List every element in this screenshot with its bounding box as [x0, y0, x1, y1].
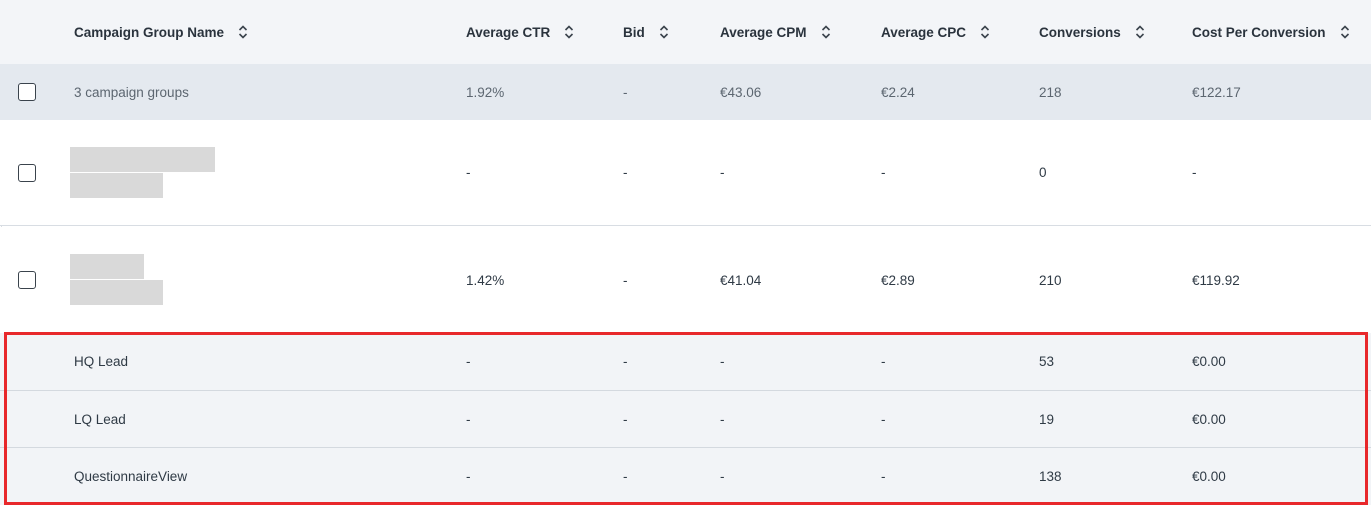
conversion-count: 19 [1039, 411, 1055, 427]
column-header-cost-per-conversion[interactable]: Cost Per Conversion [1192, 0, 1350, 64]
row-checkbox[interactable] [18, 271, 36, 289]
summary-name: 3 campaign groups [74, 84, 189, 100]
campaign-groups-table: Campaign Group Name Average CTR Bid Aver… [0, 0, 1371, 507]
column-header-average-cpm[interactable]: Average CPM [720, 0, 831, 64]
summary-cpm: €43.06 [720, 84, 762, 100]
sort-icon[interactable] [238, 25, 248, 39]
conversion-row-questionnaireview[interactable]: QuestionnaireView - - - - 138 €0.00 [0, 447, 1371, 505]
row-conversions: 210 [1039, 272, 1062, 288]
row-cpc: €2.89 [881, 272, 915, 288]
row-cpm: - [720, 165, 725, 180]
row-bid: - [623, 272, 628, 288]
row-ctr: - [466, 165, 471, 180]
row-checkbox[interactable] [18, 164, 36, 182]
sort-icon[interactable] [564, 25, 574, 39]
conversion-count: 53 [1039, 354, 1055, 369]
column-header-conversions[interactable]: Conversions [1039, 0, 1145, 64]
column-header-label: Conversions [1039, 24, 1121, 40]
row-bid: - [623, 165, 628, 180]
conversion-count: 138 [1039, 469, 1062, 484]
redacted-name [70, 254, 144, 279]
conversion-ctr: - [466, 469, 471, 484]
conversion-name: QuestionnaireView [74, 469, 188, 484]
conversion-bid: - [623, 469, 628, 484]
row-ctr: 1.42% [466, 272, 505, 288]
column-header-campaign-group-name[interactable]: Campaign Group Name [74, 0, 248, 64]
column-header-label: Cost Per Conversion [1192, 24, 1326, 40]
redacted-subtitle [70, 280, 163, 305]
sort-icon[interactable] [1135, 25, 1145, 39]
summary-bid: - [623, 84, 628, 100]
conversion-name: HQ Lead [74, 354, 129, 369]
summary-ctr: 1.92% [466, 84, 505, 100]
row-conversions: 0 [1039, 165, 1047, 180]
row-cpm: €41.04 [720, 272, 762, 288]
summary-cpc: €2.24 [881, 84, 915, 100]
conversion-name: LQ Lead [74, 411, 126, 427]
row-cost-per-conversion: - [1192, 165, 1197, 180]
sort-icon[interactable] [821, 25, 831, 39]
sort-icon[interactable] [659, 25, 669, 39]
conversion-cost: €0.00 [1192, 354, 1226, 369]
row-cpc: - [881, 165, 886, 180]
conversion-ctr: - [466, 354, 471, 369]
row-cost-per-conversion: €119.92 [1192, 272, 1240, 288]
column-header-label: Average CTR [466, 24, 551, 40]
table-header-row: Campaign Group Name Average CTR Bid Aver… [0, 0, 1371, 64]
column-header-label: Bid [623, 24, 645, 40]
sort-icon[interactable] [1340, 25, 1350, 39]
conversion-cpm: - [720, 411, 725, 427]
column-header-bid[interactable]: Bid [623, 0, 669, 64]
conversion-cpc: - [881, 469, 886, 484]
redacted-name [70, 147, 215, 172]
redacted-subtitle [70, 173, 163, 198]
conversion-cost: €0.00 [1192, 411, 1226, 427]
column-header-label: Average CPC [881, 24, 967, 40]
summary-row: 3 campaign groups 1.92% - €43.06 €2.24 2… [0, 64, 1371, 120]
conversion-row-lq-lead[interactable]: LQ Lead - - - - 19 €0.00 [0, 390, 1371, 447]
conversion-cpm: - [720, 354, 725, 369]
column-header-average-ctr[interactable]: Average CTR [466, 0, 574, 64]
conversion-cpc: - [881, 411, 886, 427]
column-header-average-cpc[interactable]: Average CPC [881, 0, 990, 64]
summary-cost-per-conversion: €122.17 [1192, 84, 1241, 100]
conversion-bid: - [623, 411, 628, 427]
column-header-label: Campaign Group Name [74, 24, 225, 40]
table-row[interactable]: - - - - 0 - [0, 120, 1371, 226]
conversion-cost: €0.00 [1192, 469, 1226, 484]
conversion-row-hq-lead[interactable]: HQ Lead - - - - 53 €0.00 [0, 333, 1371, 390]
sort-icon[interactable] [980, 25, 990, 39]
select-all-checkbox[interactable] [18, 83, 36, 101]
summary-conversions: 218 [1039, 84, 1062, 100]
conversion-bid: - [623, 354, 628, 369]
column-header-label: Average CPM [720, 24, 807, 40]
conversion-ctr: - [466, 411, 471, 427]
conversion-cpm: - [720, 469, 725, 484]
conversion-cpc: - [881, 354, 886, 369]
table-row[interactable]: 1.42% - €41.04 €2.89 210 €119.92 [0, 227, 1371, 333]
